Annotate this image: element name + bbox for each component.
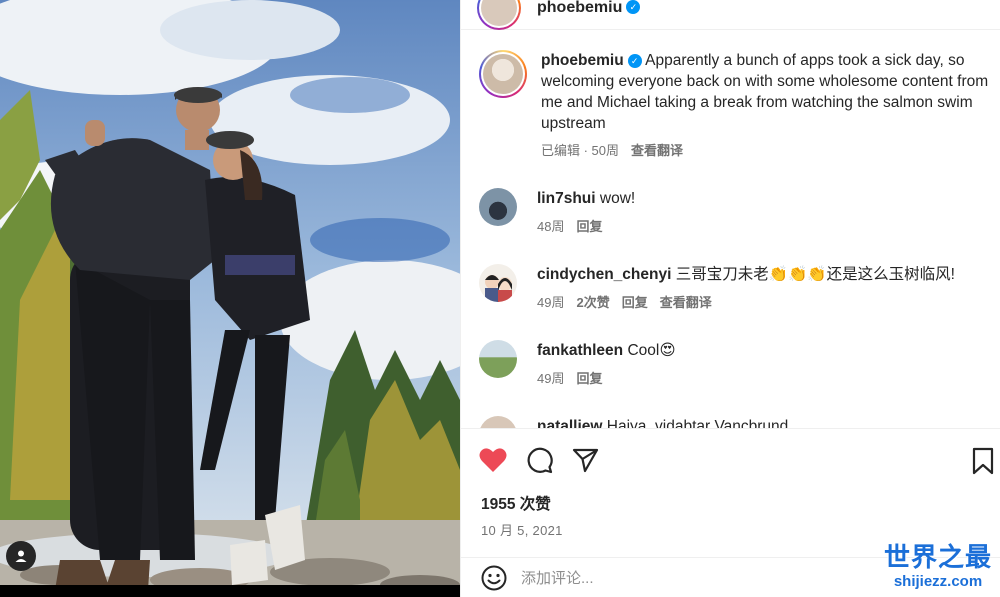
send-icon (572, 448, 599, 472)
caption: phoebemiu ✓ Apparently a bunch of apps to… (479, 50, 999, 161)
share-button[interactable] (569, 444, 601, 476)
comment-username[interactable]: cindychen_chenyi (537, 266, 671, 283)
comment-item: lin7shui wow! 48周 回复 (479, 188, 999, 237)
watermark-url: shijiezz.com (893, 573, 983, 590)
likes-count[interactable]: 1955 次赞 (481, 492, 551, 514)
comment-username[interactable]: lin7shui (537, 190, 596, 207)
caption-translate-button[interactable]: 查看翻译 (631, 140, 683, 161)
smiley-icon (481, 565, 507, 590)
save-button[interactable] (967, 445, 999, 477)
post-actions-bar (461, 428, 1000, 490)
like-button[interactable] (477, 444, 509, 476)
comment-username[interactable]: fankathleen (537, 342, 623, 359)
photo-illustration (0, 0, 460, 597)
post-photo[interactable] (0, 0, 460, 597)
emoji-button[interactable] (481, 565, 507, 591)
caption-avatar[interactable] (479, 50, 527, 98)
comment-button[interactable] (523, 444, 555, 476)
comment-username[interactable]: natalliew (537, 418, 602, 428)
comment-avatar[interactable] (479, 416, 517, 428)
comment-icon (527, 447, 553, 473)
cartoon-couple-icon (485, 275, 512, 302)
comment-item: fankathleen Cool😍 49周 回复 (479, 340, 999, 389)
comment-input[interactable]: 添加评论... (521, 567, 594, 588)
site-watermark: 世界之最 shijiezz.com (884, 543, 992, 591)
comment-time: 49周 (537, 295, 565, 310)
caption-edited-time: 已编辑 · 50周 (541, 143, 620, 158)
comment-avatar[interactable] (479, 340, 517, 378)
comment-avatar[interactable] (479, 264, 517, 302)
photo-bottom-bar (0, 585, 460, 597)
comment-time: 49周 (537, 371, 565, 386)
comment-time: 48周 (537, 219, 565, 234)
bookmark-icon (972, 447, 994, 475)
verified-badge-icon: ✓ (627, 53, 642, 68)
comment-text: wow! (599, 190, 636, 207)
header-avatar[interactable] (477, 0, 521, 30)
caption-username[interactable]: phoebemiu (541, 52, 624, 69)
comment-item: natalliew Haiya, vidabtar Vancbrund (479, 416, 999, 428)
verified-badge-icon: ✓ (626, 0, 641, 15)
comment-item: cindychen_chenyi 三哥宝刀未老👏👏👏还是这么玉树临风! 49周 … (479, 264, 999, 313)
reply-button[interactable]: 回复 (622, 292, 648, 313)
watermark-title: 世界之最 (883, 543, 992, 573)
reply-button[interactable]: 回复 (576, 216, 602, 237)
post-date: 10 月 5, 2021 (481, 523, 563, 538)
comment-text: Cool😍 (627, 342, 676, 359)
tagged-users-button[interactable] (6, 541, 36, 571)
translate-button[interactable]: 查看翻译 (660, 292, 712, 313)
post-header: phoebemiu ✓ (461, 0, 1000, 30)
comment-avatar[interactable] (479, 188, 517, 226)
header-username[interactable]: phoebemiu ✓ (537, 0, 641, 17)
comment-text: Haiya, vidabtar Vancbrund (606, 418, 789, 428)
comment-text: 三哥宝刀未老👏👏👏还是这么玉树临风! (675, 266, 955, 283)
comment-likes-count[interactable]: 2次赞 (576, 292, 609, 313)
post-side-panel: phoebemiu ✓ phoebemiu ✓ Apparently a bunch… (460, 0, 1000, 597)
reply-button[interactable]: 回复 (576, 368, 602, 389)
heart-filled-icon (479, 447, 507, 472)
user-icon (15, 550, 27, 562)
comments-list[interactable]: phoebemiu ✓ Apparently a bunch of apps to… (461, 40, 1000, 428)
